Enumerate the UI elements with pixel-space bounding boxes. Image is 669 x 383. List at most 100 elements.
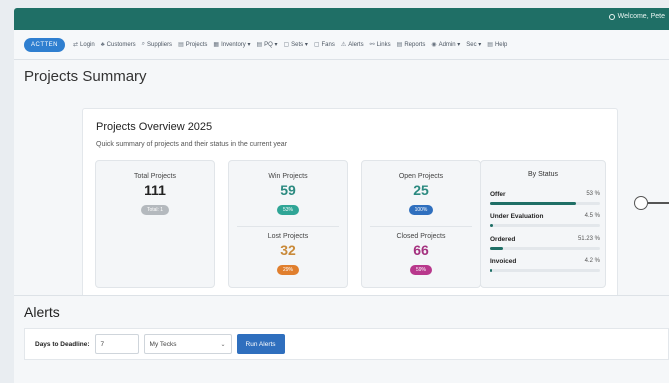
- welcome-text: Welcome, Pete: [617, 13, 665, 20]
- nav-login[interactable]: ⇄ Login: [73, 41, 95, 49]
- chevron-down-icon: ⌄: [220, 341, 226, 348]
- sets-icon: ▢: [283, 42, 290, 48]
- search-icon: ⌕: [141, 41, 146, 47]
- stat-open-value: 25: [413, 182, 429, 198]
- connector-line: [648, 202, 669, 204]
- by-status-title: By Status: [528, 171, 558, 178]
- page-title: Projects Summary: [24, 68, 147, 85]
- reports-icon: ▤: [396, 42, 403, 48]
- admin-icon: ◉: [431, 42, 437, 48]
- top-bar: Welcome, Pete: [14, 8, 669, 30]
- stat-open-label: Open Projects: [398, 173, 444, 180]
- nav-admin[interactable]: ◉ Admin ▾: [431, 41, 460, 48]
- nav-fans[interactable]: ▢ Fans: [314, 41, 335, 49]
- projects-icon: ▤: [178, 42, 184, 48]
- status-name: Invoiced: [490, 258, 517, 265]
- nav-help-label: Help: [494, 41, 508, 48]
- nav-alerts[interactable]: ⚠ Alerts: [340, 41, 364, 49]
- stat-open-block: Open Projects 25 100%: [362, 161, 480, 216]
- nav-inventory[interactable]: ▦ Inventory ▾: [213, 41, 250, 48]
- days-to-deadline-label: Days to Deadline:: [35, 340, 90, 348]
- nav-inventory-label: Inventory ▾: [221, 42, 251, 48]
- status-row-ordered: Ordered 51.23 %: [490, 236, 600, 250]
- nav-admin-label: Admin ▾: [438, 42, 461, 48]
- user-icon: [608, 13, 615, 20]
- stat-win-label: Win Projects: [268, 173, 308, 180]
- stat-win-block: Win Projects 59 53%: [229, 161, 347, 216]
- page-content: Projects Summary Projects Overview 2025 …: [14, 60, 669, 383]
- nav-customers-label: Customers: [106, 41, 136, 48]
- status-pct: 4.2 %: [584, 258, 600, 264]
- help-icon: ▤: [487, 42, 493, 48]
- alerts-filter-bar: Days to Deadline: 7 My Tecks ⌄ Run Alert…: [24, 328, 669, 360]
- status-name: Offer: [490, 191, 506, 198]
- nav-pq-label: PQ ▾: [264, 42, 278, 48]
- login-icon: ⇄: [73, 42, 79, 48]
- stat-win-lost-projects: Win Projects 59 53% Lost Projects 32 29%: [228, 160, 348, 288]
- nav-sec-label: Sec ▾: [466, 42, 482, 48]
- nav-login-label: Login: [80, 41, 95, 48]
- stat-win-value: 59: [280, 182, 296, 198]
- alert-icon: ⚠: [340, 42, 347, 48]
- status-track: [490, 224, 600, 227]
- alerts-section: Alerts Days to Deadline: 7 My Tecks ⌄ Ru…: [14, 295, 669, 383]
- inventory-icon: ▦: [213, 42, 220, 48]
- nav-reports[interactable]: ▤ Reports: [396, 41, 426, 49]
- stat-lost-block: Lost Projects 32 29%: [229, 227, 347, 276]
- status-fill: [490, 224, 494, 227]
- stat-open-pill: 100%: [408, 205, 434, 215]
- status-fill: [490, 269, 493, 272]
- nav-links[interactable]: ⚯ Links: [369, 41, 391, 49]
- stat-closed-value: 66: [413, 242, 429, 258]
- nav-links-label: Links: [376, 41, 391, 48]
- status-track: [490, 202, 600, 205]
- run-alerts-button[interactable]: Run Alerts: [236, 334, 285, 354]
- nav-sets[interactable]: ▢ Sets ▾: [283, 41, 307, 48]
- status-fill: [490, 247, 504, 250]
- nav-pq[interactable]: ▤ PQ ▾: [256, 41, 277, 48]
- nav-sec[interactable]: Sec ▾: [466, 41, 481, 48]
- stat-total-projects: Total Projects 111 Total: 1: [95, 160, 215, 288]
- link-icon: ⚯: [369, 42, 375, 48]
- status-name: Under Evaluation: [490, 213, 544, 220]
- brand-button[interactable]: ACTTEN: [24, 37, 65, 52]
- status-row-invoiced: Invoiced 4.2 %: [490, 258, 600, 272]
- stat-total-label: Total Projects: [133, 173, 177, 180]
- nav-help[interactable]: ▤ Help: [487, 41, 508, 49]
- nav-sets-label: Sets ▾: [291, 42, 308, 48]
- stat-win-pill: 53%: [276, 205, 299, 215]
- stat-closed-pill: 59%: [409, 265, 432, 275]
- nav-suppliers[interactable]: ⌕ Suppliers: [142, 41, 172, 48]
- task-filter-value: My Tecks: [149, 340, 177, 348]
- nav-reports-label: Reports: [404, 41, 426, 48]
- stat-total-value: 111: [144, 182, 166, 198]
- status-row-under-evaluation: Under Evaluation 4.5 %: [490, 213, 600, 227]
- stat-total-pill: Total: 1: [140, 205, 170, 215]
- overview-title: Projects Overview 2025: [96, 121, 213, 133]
- nav-projects[interactable]: ▤ Projects: [178, 41, 208, 49]
- status-fill: [490, 202, 576, 205]
- task-filter-select[interactable]: My Tecks ⌄: [143, 334, 232, 354]
- stat-lost-label: Lost Projects: [267, 233, 309, 240]
- status-pct: 4.5 %: [584, 213, 600, 219]
- status-track: [490, 269, 600, 272]
- overview-subtitle: Quick summary of projects and their stat…: [96, 141, 288, 148]
- stat-closed-label: Closed Projects: [396, 233, 446, 240]
- alerts-title: Alerts: [24, 304, 60, 320]
- stat-closed-block: Closed Projects 66 59%: [362, 227, 480, 276]
- days-to-deadline-input[interactable]: 7: [94, 334, 139, 354]
- welcome-message[interactable]: Welcome, Pete: [608, 13, 665, 20]
- status-track: [490, 247, 600, 250]
- status-row-offer: Offer 53 %: [490, 191, 600, 205]
- nav-customers[interactable]: ♣ Customers: [101, 42, 136, 48]
- stat-lost-pill: 29%: [276, 265, 299, 275]
- pq-icon: ▤: [256, 42, 263, 48]
- nav-alerts-label: Alerts: [348, 41, 364, 48]
- main-navbar: ACTTEN ⇄ Login ♣ Customers ⌕ Suppliers ▤ Pro…: [14, 30, 669, 60]
- status-pct: 51.23 %: [577, 236, 600, 242]
- connector-node-icon: [634, 196, 648, 210]
- customers-icon: ♣: [100, 41, 105, 48]
- nav-suppliers-label: Suppliers: [147, 41, 173, 48]
- stat-open-closed-projects: Open Projects 25 100% Closed Projects 66…: [361, 160, 481, 288]
- nav-projects-label: Projects: [185, 41, 208, 48]
